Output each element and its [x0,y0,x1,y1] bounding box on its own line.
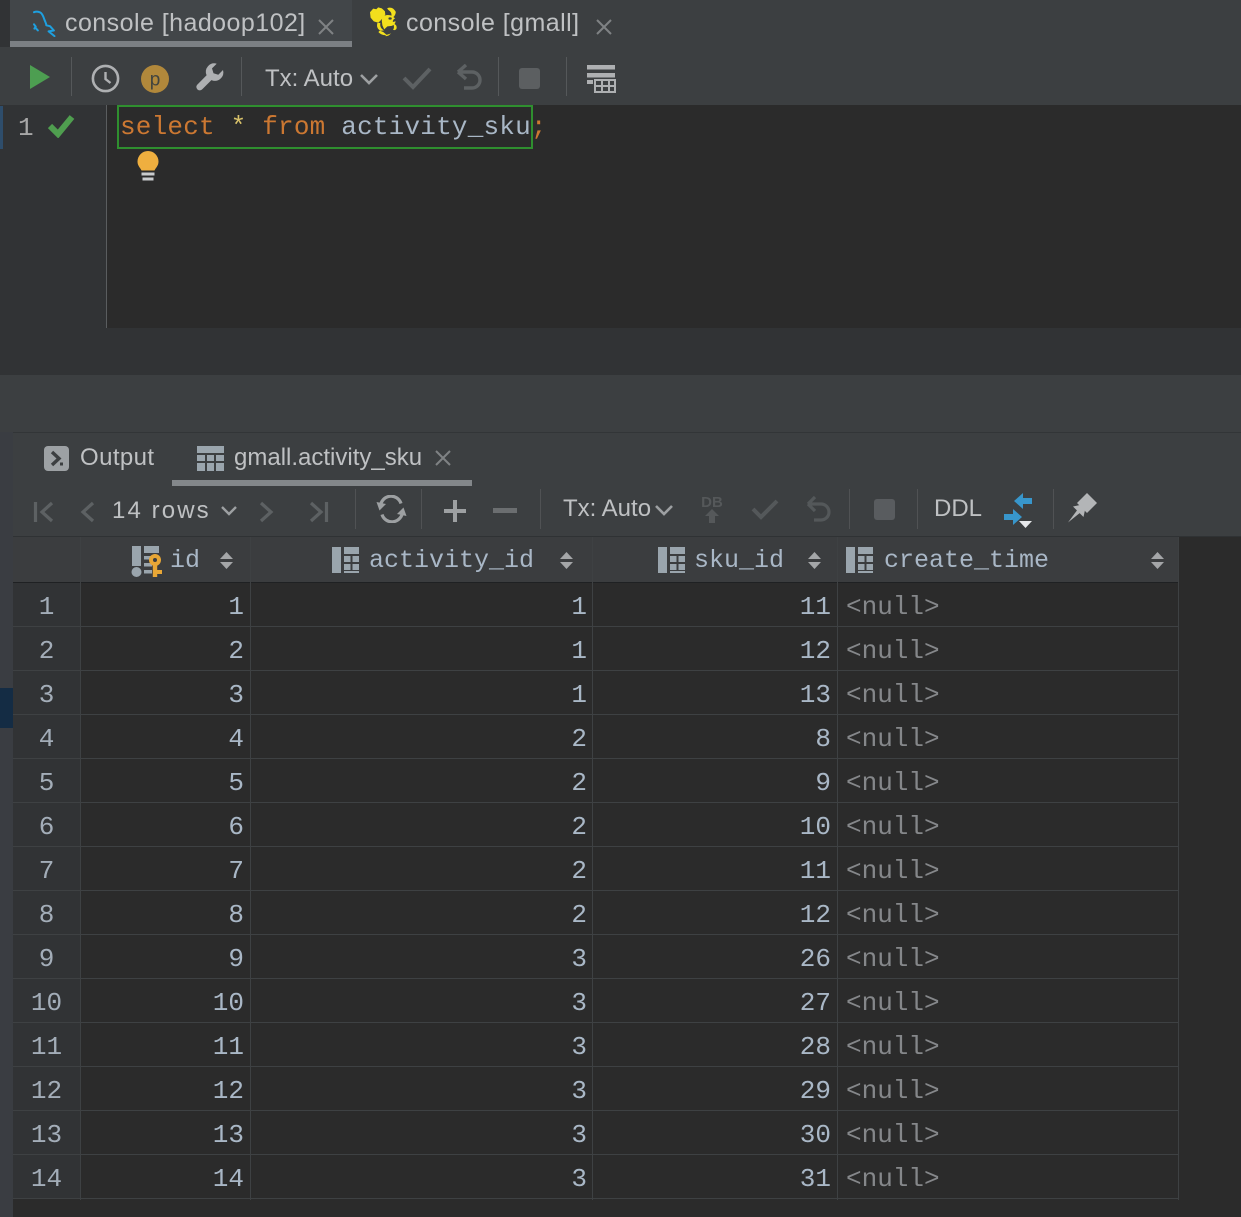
svg-text:p: p [150,70,161,91]
svg-text:DB: DB [701,494,723,511]
